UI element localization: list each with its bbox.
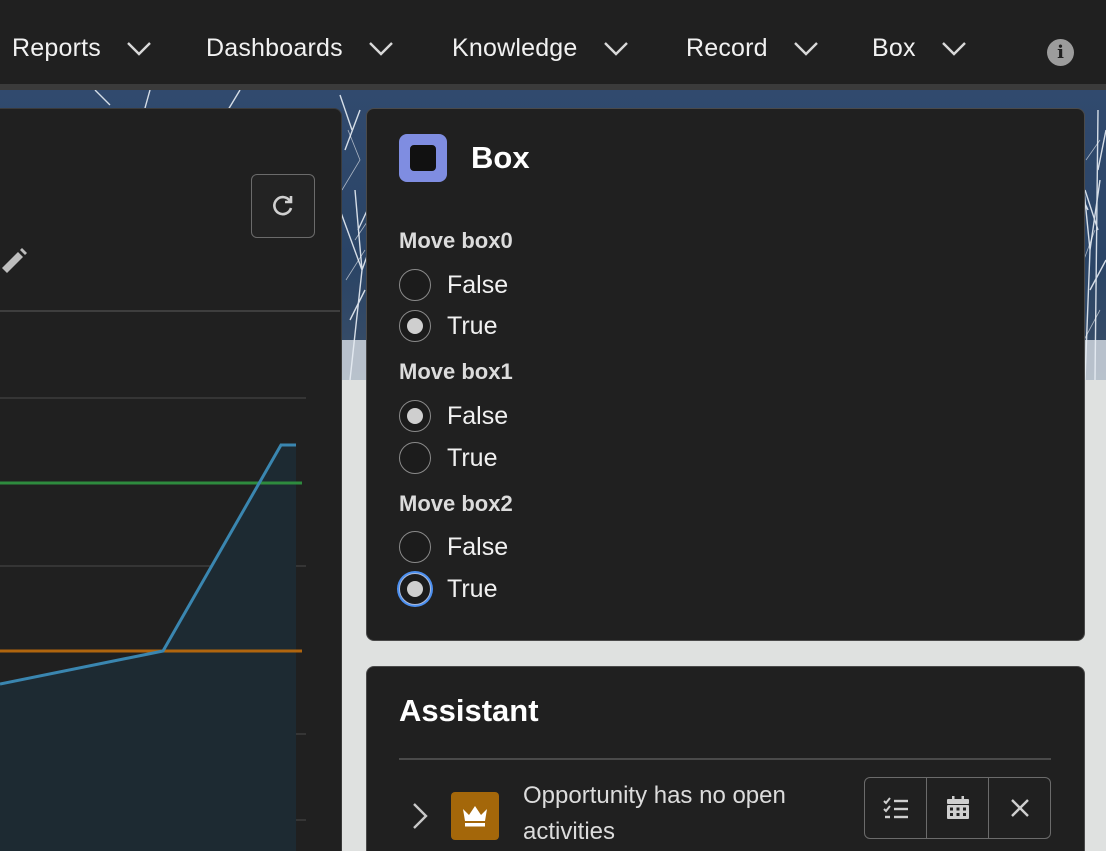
box-icon	[399, 134, 447, 182]
chevron-down-icon	[127, 42, 151, 56]
nav-item-record[interactable]: Record	[686, 30, 820, 66]
radio-move-box1-true[interactable]: True	[399, 441, 497, 475]
radio-label: False	[447, 401, 509, 430]
group-label-move-box0: Move box0	[399, 228, 513, 253]
calendar-button[interactable]	[927, 778, 989, 838]
radio-label: True	[447, 574, 498, 603]
series-area	[0, 445, 296, 851]
chevron-down-icon	[793, 42, 818, 56]
nav-item-label: Reports	[12, 33, 101, 62]
nav-item-label: Box	[872, 33, 916, 62]
radio-move-box0-true[interactable]: True	[399, 309, 497, 343]
nav-item-knowledge[interactable]: Knowledge	[452, 30, 630, 66]
pencil-icon[interactable]	[0, 246, 28, 274]
radio-move-box2-true[interactable]: True	[399, 572, 497, 606]
nav-item-reports[interactable]: Reports	[12, 30, 153, 66]
radio-button[interactable]	[399, 442, 431, 474]
nav-item-label: Dashboards	[206, 33, 343, 62]
info-icon[interactable]: i	[1047, 39, 1074, 66]
new-task-icon	[882, 797, 908, 819]
chevron-right-icon[interactable]	[406, 800, 434, 832]
radio-button[interactable]	[399, 531, 431, 563]
chevron-down-icon	[603, 42, 628, 56]
nav-item-box[interactable]: Box	[872, 30, 968, 66]
radio-move-box0-false[interactable]: False	[399, 268, 508, 302]
radio-button[interactable]	[399, 269, 431, 301]
radio-label: True	[447, 443, 498, 472]
assistant-divider	[399, 758, 1051, 760]
group-label-move-box2: Move box2	[399, 491, 513, 516]
dismiss-button[interactable]	[989, 778, 1050, 838]
nav-item-label: Record	[686, 33, 768, 62]
refresh-icon	[273, 195, 293, 216]
chevron-down-icon	[368, 42, 393, 56]
box-panel-title: Box	[471, 140, 530, 175]
radio-label: False	[447, 270, 509, 299]
radio-button[interactable]	[399, 573, 431, 605]
radio-label: True	[447, 311, 498, 340]
new-task-button[interactable]	[865, 778, 927, 838]
assistant-item-text: Opportunity has no open activities	[523, 782, 786, 845]
radio-move-box2-false[interactable]: False	[399, 530, 508, 564]
radio-button[interactable]	[399, 310, 431, 342]
group-label-move-box1: Move box1	[399, 359, 513, 384]
chevron-down-icon	[941, 42, 966, 56]
assistant-title: Assistant	[399, 693, 539, 728]
calendar-icon	[946, 796, 969, 819]
radio-label: False	[447, 532, 509, 561]
crown-icon	[451, 792, 499, 840]
close-icon	[1010, 799, 1029, 817]
line-chart	[0, 397, 306, 851]
nav-item-label: Knowledge	[452, 33, 578, 62]
top-navigation: Reports Dashboards Knowledge Record Box …	[0, 0, 1106, 90]
radio-move-box1-false[interactable]: False	[399, 399, 508, 433]
nav-item-dashboards[interactable]: Dashboards	[206, 30, 395, 66]
refresh-button[interactable]	[251, 174, 315, 238]
radio-button[interactable]	[399, 400, 431, 432]
assistant-action-group	[864, 777, 1051, 839]
